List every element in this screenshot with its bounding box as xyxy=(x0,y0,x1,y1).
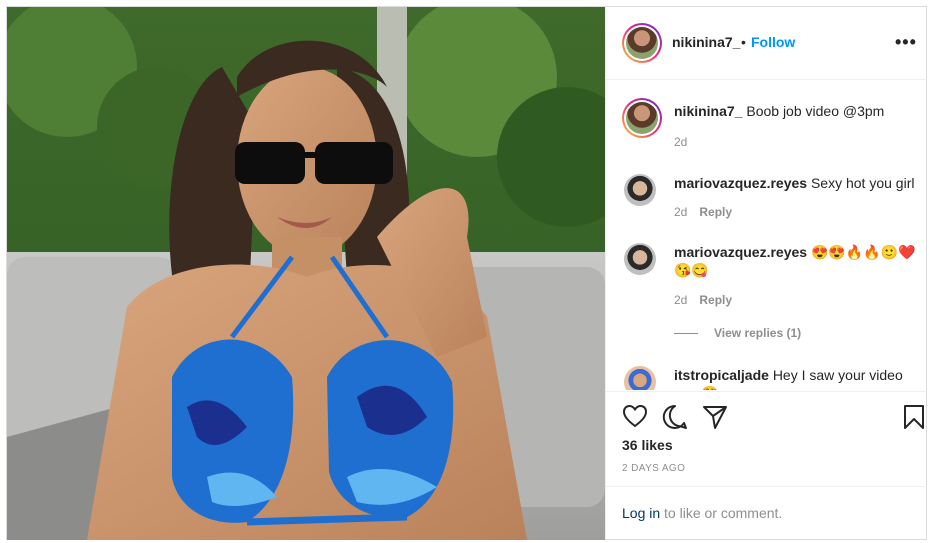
comment-bubble-icon[interactable] xyxy=(662,404,688,430)
author-avatar-image xyxy=(626,27,658,59)
more-options-icon[interactable]: ••• xyxy=(895,32,917,53)
reply-button[interactable]: Reply xyxy=(699,205,732,219)
comment-avatar[interactable] xyxy=(624,243,656,275)
save-bookmark-icon[interactable] xyxy=(903,404,925,430)
comment-username[interactable]: mariovazquez.reyes xyxy=(674,244,807,260)
separator-dot: • xyxy=(741,34,746,50)
view-replies-label: View replies (1) xyxy=(714,326,802,340)
comments-list[interactable]: nikinina7_ Boob job video @3pm 2d mariov… xyxy=(606,80,927,390)
caption-username[interactable]: nikinina7_ xyxy=(674,103,742,119)
comment-time[interactable]: 2d xyxy=(674,293,687,307)
author-username[interactable]: nikinina7_ xyxy=(672,34,740,50)
comment-avatar[interactable] xyxy=(624,174,656,206)
login-prompt-text: to like or comment. xyxy=(660,505,783,521)
comment-body-line1: Hey I saw your video xyxy=(772,367,903,383)
comment-text: mariovazquez.reyes Sexy hot you girl xyxy=(674,174,919,192)
login-prompt-row: Log in to like or comment. xyxy=(606,486,927,541)
view-replies-line xyxy=(674,333,698,335)
caption-meta: 2d xyxy=(674,135,687,149)
comment-body: Sexy hot you girl xyxy=(810,175,915,191)
comment-text: mariovazquez.reyes 😍😍🔥🔥🙂❤️ 😘😋 xyxy=(674,243,919,279)
comment-text: itstropicaljade Hey I saw your video ...… xyxy=(674,366,919,390)
caption-avatar[interactable] xyxy=(622,98,662,138)
share-send-icon[interactable] xyxy=(702,404,728,430)
view-replies-button[interactable]: View replies (1) xyxy=(674,326,801,340)
login-link[interactable]: Log in xyxy=(622,505,660,521)
comment-time[interactable]: 2d xyxy=(674,205,687,219)
comment-username[interactable]: mariovazquez.reyes xyxy=(674,175,807,191)
post-header: nikinina7_ • Follow ••• xyxy=(606,7,927,80)
likes-count[interactable]: 36 likes xyxy=(622,437,673,453)
post-side-panel: nikinina7_ • Follow ••• nikinina7_ Boob … xyxy=(605,7,927,540)
comment-username[interactable]: itstropicaljade xyxy=(674,367,769,383)
comment-body-line2: 😘😋 xyxy=(674,262,709,278)
post-dialog: nikinina7_ • Follow ••• nikinina7_ Boob … xyxy=(0,0,929,543)
photo-illustration xyxy=(7,7,605,540)
caption-time[interactable]: 2d xyxy=(674,135,687,149)
comment-avatar[interactable] xyxy=(624,366,656,390)
follow-button[interactable]: Follow xyxy=(751,34,795,50)
caption-body: Boob job video @3pm xyxy=(746,103,885,119)
caption-text: nikinina7_ Boob job video @3pm xyxy=(674,102,914,120)
author-avatar[interactable] xyxy=(622,23,662,63)
caption-avatar-image xyxy=(626,102,658,134)
comment-meta: 2d Reply xyxy=(674,205,732,219)
login-prompt: Log in to like or comment. xyxy=(622,505,782,521)
reply-button[interactable]: Reply xyxy=(699,293,732,307)
comment-meta: 2d Reply xyxy=(674,293,732,307)
comment-body-line1: 😍😍🔥🔥🙂❤️ xyxy=(810,244,916,260)
post-photo[interactable] xyxy=(7,7,605,540)
like-heart-icon[interactable] xyxy=(622,404,648,428)
post-actions-section: 36 likes 2 DAYS AGO Log in to like or co… xyxy=(606,391,927,540)
comment-body-line2: ...... 😍 xyxy=(674,385,719,390)
post-timestamp[interactable]: 2 DAYS AGO xyxy=(622,463,685,474)
